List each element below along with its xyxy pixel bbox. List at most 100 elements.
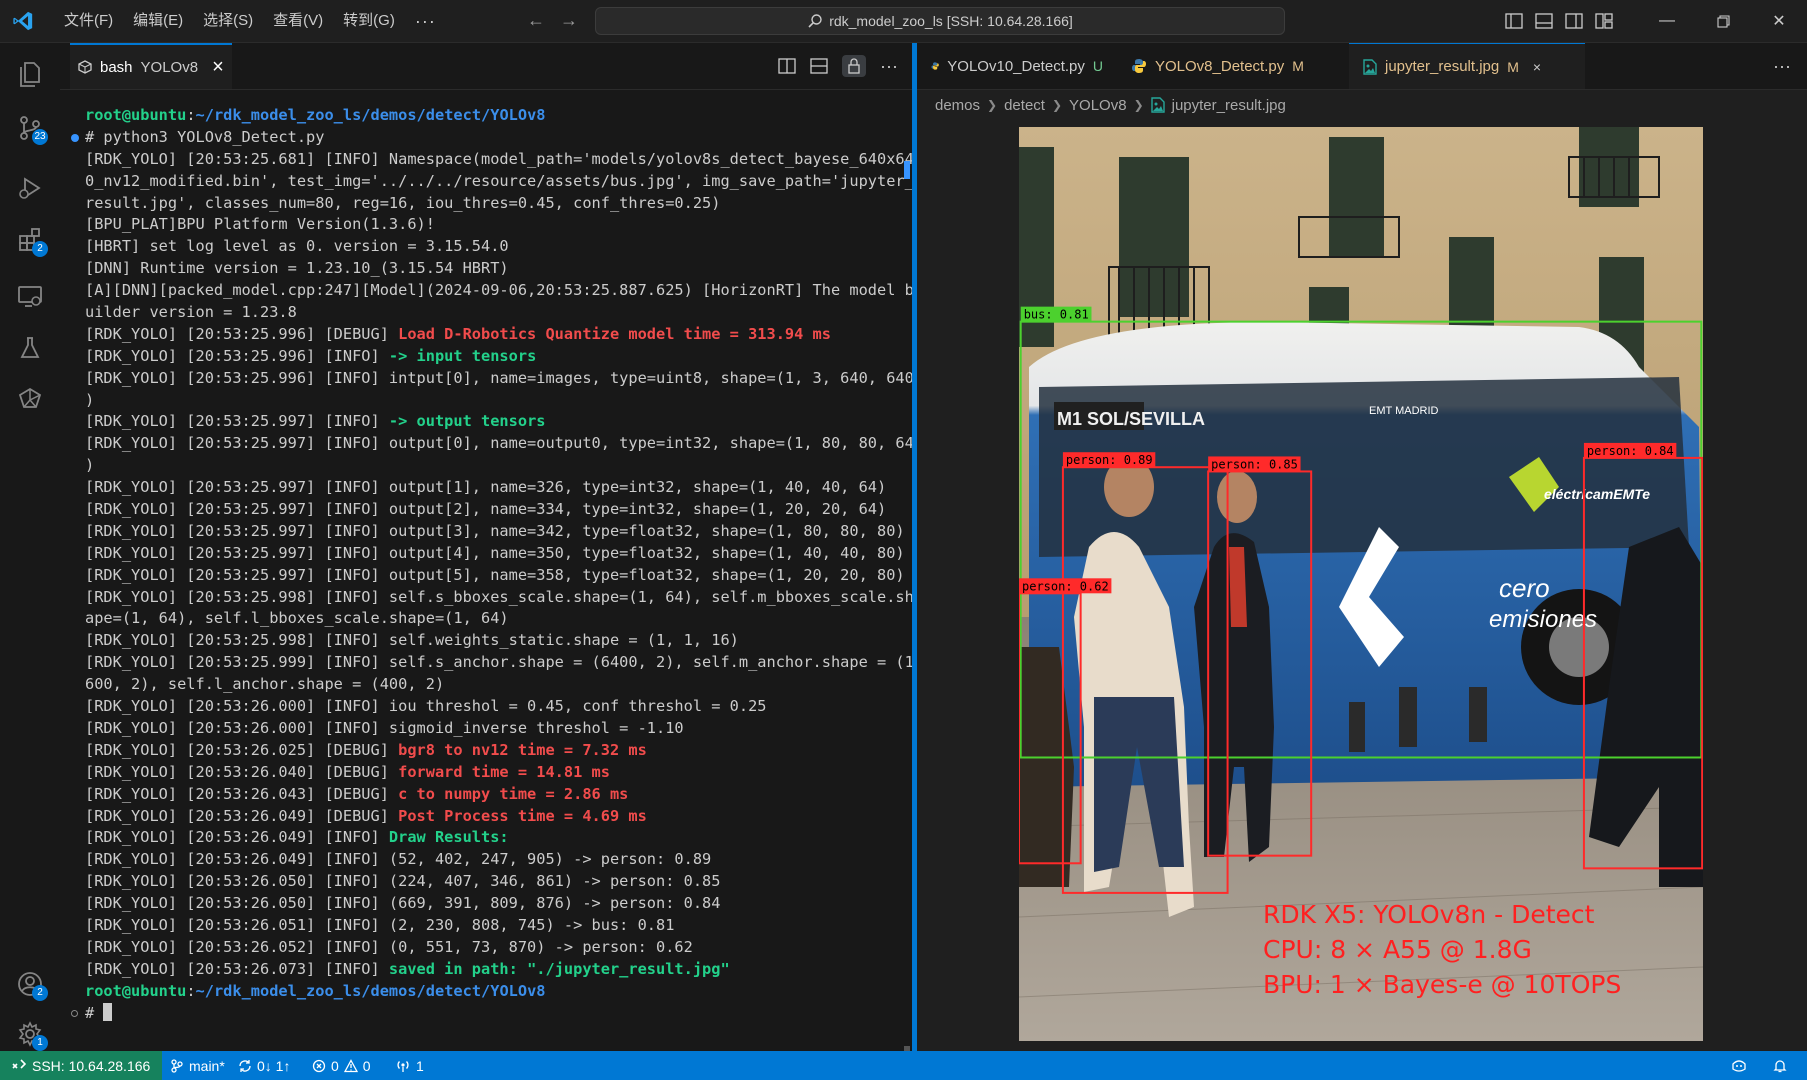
tab-jupyter-result[interactable]: jupyter_result.jpg M × [1349,43,1585,89]
terminal-text: [RDK_YOLO] [20:53:25.997] [INFO] output[… [85,434,914,453]
tab-label: YOLOv8_Detect.py [1155,57,1285,75]
terminal-text: Draw Results: [388,828,509,847]
terminal-tab[interactable]: bash YOLOv8 × [70,43,232,89]
lock-button[interactable] [842,55,867,77]
breadcrumb-item[interactable]: YOLOv8 [1069,97,1127,114]
breadcrumb-item[interactable]: detect [1004,97,1045,114]
error-icon [312,1059,326,1072]
terminal-line: [RDK_YOLO] [20:53:25.997] [INFO] output[… [85,521,965,543]
breadcrumb-item[interactable]: demos [935,97,980,114]
menu-go[interactable]: 转到(G) [333,0,405,42]
remote-icon [12,1058,26,1069]
tab-git-status: M [1292,58,1304,74]
close-window-icon[interactable]: ✕ [1751,0,1807,42]
toggle-secondary-sidebar-icon[interactable] [1559,0,1589,42]
terminal-line: [RDK_YOLO] [20:53:25.997] [INFO] output[… [85,477,965,499]
terminal-text: -> output tensors [388,412,546,431]
detection-label: person: 0.84 [1587,444,1674,458]
terminal-text: [RDK_YOLO] [20:53:25.997] [INFO] output[… [85,500,887,519]
terminal-text: [RDK_YOLO] [20:53:25.999] [INFO] self.s_… [85,653,914,672]
menu-edit[interactable]: 编辑(E) [123,0,193,42]
terminal-text: root@ubuntu [85,106,187,124]
search-icon [808,14,822,28]
terminal-line: [RDK_YOLO] [20:53:25.996] [INFO] -> inpu… [85,346,965,368]
terminal-text: [A][DNN][packed_model.cpp:247][Model](20… [85,281,914,300]
minimize-icon[interactable]: — [1639,0,1695,42]
window-controls: — ✕ [1499,0,1807,42]
terminal-bash-icon [78,60,92,74]
command-center-search[interactable]: rdk_model_zoo_ls [SSH: 10.64.28.166] [595,7,1285,35]
terminal-line: [RDK_YOLO] [20:53:26.043] [DEBUG] c to n… [85,784,965,806]
customize-layout-icon[interactable] [1589,0,1619,42]
sync-indicator[interactable]: 0↓ 1↑ [238,1051,290,1080]
editor-more-button[interactable]: ··· [1773,43,1791,89]
terminal-text: root@ubuntu [85,981,187,1000]
terminal-text: [RDK_YOLO] [20:53:25.997] [INFO] output[… [85,478,887,497]
split-editor-icon[interactable] [778,58,796,74]
terminal-line: [RDK_YOLO] [20:53:25.997] [INFO] output[… [85,543,965,565]
problems-indicator[interactable]: 0 0 [312,1051,371,1080]
menu-view[interactable]: 查看(V) [263,0,333,42]
sync-icon [239,1059,251,1072]
terminal-output[interactable]: root@ubuntu:~/rdk_model_zoo_ls/demos/det… [71,105,965,1035]
overlay-line-bpu: BPU: 1 × Bayes-e @ 10TOPS [1263,970,1622,999]
terminal-text: c to numpy time = 2.86 ms [398,784,629,803]
bus-emisiones-text: emisiones [1489,606,1597,633]
lock-icon [848,58,860,74]
terminal-line: 0_nv12_modified.bin', test_img='../../..… [85,171,965,193]
command-center-text: rdk_model_zoo_ls [SSH: 10.64.28.166] [829,13,1073,29]
testing-icon[interactable] [0,323,60,373]
terminal-text: # [85,1003,104,1022]
remote-explorer-icon[interactable] [0,271,60,321]
toggle-sidebar-icon[interactable] [1499,0,1529,42]
model-extension-icon[interactable] [0,375,60,425]
tab-close-icon[interactable]: × [1533,59,1541,75]
terminal-text: [DNN] Runtime version = 1.23.10_(3.15.54… [85,259,509,278]
terminal-line: root@ubuntu:~/rdk_model_zoo_ls/demos/det… [85,981,965,1003]
split-down-icon[interactable] [810,58,828,74]
run-debug-icon[interactable] [0,163,60,213]
terminal-tab-close-icon[interactable]: × [212,56,224,79]
image-viewer[interactable]: M1 SOL/SEVILLA EMT MADRID eléctricamEMTe… [1019,127,1703,1041]
terminal-scrollbar[interactable] [904,101,910,1061]
terminal-line: result.jpg', classes_num=80, reg=16, iou… [85,193,965,215]
breadcrumb-item[interactable]: jupyter_result.jpg [1172,97,1286,114]
terminal-text: : [186,981,196,1000]
ports-indicator[interactable]: 1 [395,1051,424,1080]
terminal-text: [HBRT] set log level as 0. version = 3.1… [85,237,509,256]
menu-selection[interactable]: 选择(S) [193,0,263,42]
restore-icon[interactable] [1695,0,1751,42]
terminal-text: [RDK_YOLO] [20:53:26.000] [INFO] sigmoid… [85,718,684,737]
extensions-icon[interactable]: 2 [0,215,60,265]
terminal-text: [RDK_YOLO] [20:53:26.049] [DEBUG] [85,806,399,825]
toggle-panel-icon[interactable] [1529,0,1559,42]
terminal-line: [RDK_YOLO] [20:53:25.999] [INFO] self.s_… [85,652,965,674]
terminal-line: ) [85,455,965,477]
inference-info-overlay: RDK X5: YOLOv8n - Detect CPU: 8 × A55 @ … [1263,897,1621,1002]
notifications-bell-icon[interactable] [1772,1051,1788,1080]
image-file-icon [1150,97,1165,113]
menu-file[interactable]: 文件(F) [54,0,123,42]
terminal-line: # python3 YOLOv8_Detect.py [71,127,965,149]
settings-badge: 1 [32,1035,48,1051]
back-arrow-icon[interactable]: ← [527,10,545,31]
menu-more-button[interactable]: ··· [405,0,446,42]
accounts-icon[interactable]: 2 [0,959,60,1009]
explorer-icon[interactable] [0,49,60,99]
terminal-line: [RDK_YOLO] [20:53:25.681] [INFO] Namespa… [85,149,965,171]
error-count: 0 [331,1057,339,1074]
terminal-line: [RDK_YOLO] [20:53:25.998] [INFO] self.we… [85,630,965,652]
forward-arrow-icon[interactable]: → [560,10,578,31]
tab-yolov10-detect[interactable]: YOLOv10_Detect.py U [917,43,1117,89]
overlay-line-model: RDK X5: YOLOv8n - Detect [1263,900,1595,929]
terminal-text: [RDK_YOLO] [20:53:25.997] [INFO] output[… [85,543,905,562]
source-control-icon[interactable]: 23 [0,103,60,153]
copilot-status-icon[interactable] [1730,1051,1748,1080]
warning-count: 0 [362,1057,371,1074]
terminal-more-button[interactable]: ··· [880,56,898,77]
tab-yolov8-detect[interactable]: YOLOv8_Detect.py M [1117,43,1349,89]
branch-indicator[interactable]: main* [170,1051,225,1080]
terminal-text: [RDK_YOLO] [20:53:26.043] [DEBUG] [85,784,399,803]
remote-indicator[interactable]: SSH: 10.64.28.166 [0,1051,163,1080]
bus-electric-text: eléctricamEMTe [1544,486,1650,502]
